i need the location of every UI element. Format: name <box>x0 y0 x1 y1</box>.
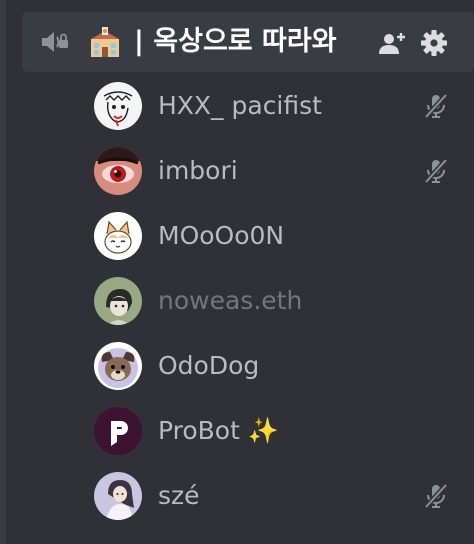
character-avatar <box>94 277 142 325</box>
channel-name: | 옥상으로 따라와 <box>134 26 337 57</box>
voice-member[interactable]: HXX_ pacifist <box>84 76 474 136</box>
member-name: imbori <box>158 156 238 185</box>
muted-mic-icon <box>424 483 448 509</box>
member-name: OdoDog <box>158 351 260 380</box>
member-name: noweas.eth <box>158 286 303 315</box>
voice-member[interactable]: imbori <box>84 141 474 201</box>
voice-member[interactable]: ProBot ✨ <box>84 401 474 461</box>
member-name: ProBot ✨ <box>158 416 279 445</box>
voice-member[interactable]: OdoDog <box>84 336 474 396</box>
gear-icon[interactable] <box>419 29 449 57</box>
speaker-locked-icon <box>42 32 68 52</box>
sketch-avatar <box>94 82 142 130</box>
voice-member[interactable]: noweas.eth <box>84 271 474 331</box>
girl-avatar <box>94 472 142 520</box>
voice-channel-header[interactable]: | 옥상으로 따라와 <box>22 12 474 72</box>
add-member-icon[interactable] <box>378 29 408 57</box>
member-name: szé <box>158 481 200 510</box>
dog-avatar <box>94 342 142 390</box>
school-emoji <box>91 27 119 57</box>
member-name: HXX_ pacifist <box>158 91 322 120</box>
voice-member[interactable]: szé <box>84 466 474 526</box>
probot-avatar <box>94 407 142 455</box>
voice-member[interactable]: MOoOo0N <box>84 206 474 266</box>
muted-mic-icon <box>424 158 448 184</box>
scroll-edge <box>0 0 6 544</box>
muted-mic-icon <box>424 93 448 119</box>
member-name: MOoOo0N <box>158 221 285 250</box>
cat-avatar <box>94 212 142 260</box>
red-eye-avatar <box>94 147 142 195</box>
